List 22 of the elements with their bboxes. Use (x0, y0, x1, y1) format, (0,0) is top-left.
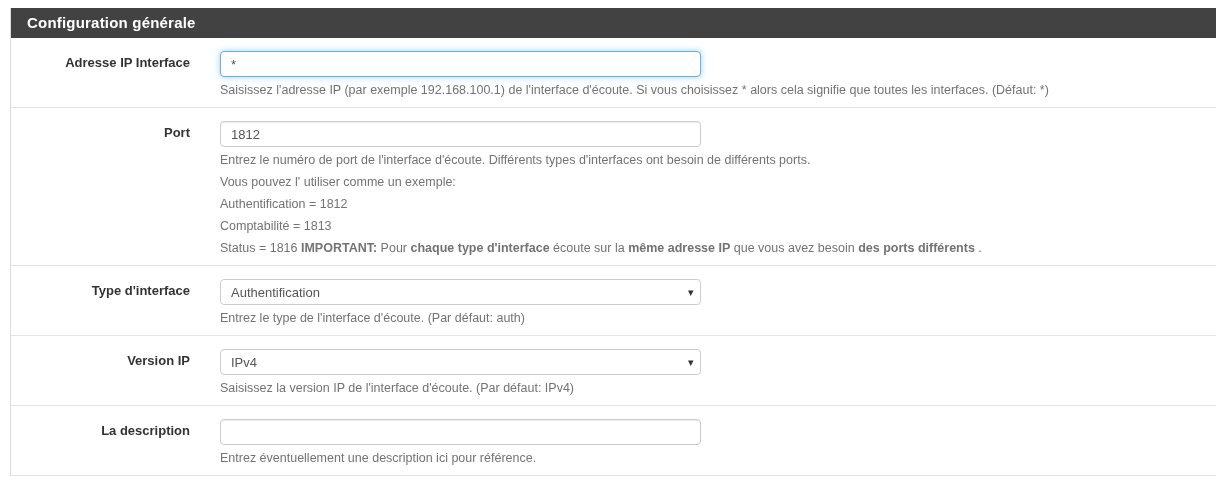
help-text: Vous pouvez l' utiliser comme un exemple: (220, 174, 457, 191)
help-text: Entrez éventuellement une description ici pour référence. (220, 450, 538, 467)
field-label: Adresse IP Interface (64, 54, 190, 72)
help-text: Entrez le numéro de port de l'interface d'écoute. Différents types d'interfaces ont besoin de différents ports. (220, 152, 812, 169)
field-label: La description (100, 422, 190, 440)
text-field[interactable]: * (220, 51, 701, 77)
help-text: Saisissez l'adresse IP (par exemple 192.168.100.1) de l'interface d'écoute. Si vous choisissez * alors cela signifie que toutes les interfaces. (Défaut: *) (220, 82, 1050, 99)
field-label: Port (163, 124, 190, 142)
field-label: Version IP (126, 352, 190, 370)
help-text: Authentification = 1812 (220, 196, 349, 213)
field-label: Type d'interface (90, 282, 190, 300)
help-text: Entrez le type de l'interface d'écoute. (Par défaut: auth) (220, 310, 526, 327)
select-dropdown[interactable]: Authentification ▾ (220, 279, 701, 305)
text-field[interactable] (220, 419, 701, 445)
help-text: Status = 1816 IMPORTANT: Pour chaque type d'interface écoute sur la même adresse IP que vous avez besoin des ports différents . (220, 240, 983, 257)
caret-icon: ▾ (688, 355, 694, 369)
text-field[interactable]: 1812 (220, 121, 701, 147)
caret-icon: ▾ (688, 285, 694, 299)
panel-title: Configuration générale (11, 8, 1216, 38)
select-dropdown[interactable]: IPv4 ▾ (220, 349, 701, 375)
help-text: Saisissez la version IP de l'interface d'écoute. (Par défaut: IPv4) (220, 380, 576, 397)
help-text: Comptabilité = 1813 (220, 218, 333, 235)
